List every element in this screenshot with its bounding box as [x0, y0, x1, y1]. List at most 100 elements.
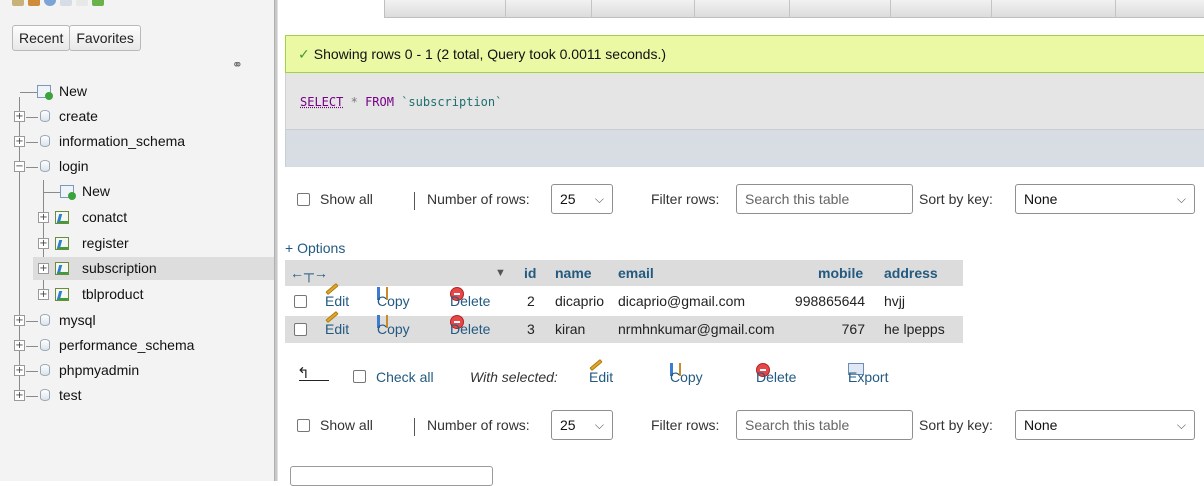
expand-icon[interactable]: +	[14, 365, 25, 376]
cell-mobile[interactable]: 767	[790, 316, 865, 343]
delete-label: Delete	[450, 293, 491, 309]
show-all-checkbox[interactable]	[297, 419, 310, 432]
row-checkbox[interactable]	[294, 295, 307, 308]
cell-email[interactable]: dicaprio@gmail.com	[618, 288, 745, 315]
chevron-down-icon: ⌵	[1176, 418, 1186, 432]
settings-icon[interactable]	[76, 0, 88, 6]
help-icon[interactable]	[44, 0, 56, 6]
chevron-down-icon: ⌵	[594, 418, 604, 432]
check-all-label[interactable]: Check all	[376, 364, 434, 390]
filter-placeholder: Search this table	[745, 191, 850, 207]
options-link[interactable]: + Options	[285, 240, 345, 256]
tab-recent[interactable]: Recent	[12, 25, 71, 51]
cell-name[interactable]: kiran	[555, 316, 585, 343]
table-row: Edit Copy Delete 3 kiran nrmhnkumar@gmai…	[285, 310, 963, 343]
tree-item-conatct[interactable]: + conatct	[0, 206, 274, 229]
column-header-mobile[interactable]: mobile	[818, 260, 863, 287]
table-icon	[55, 262, 69, 275]
sort-dropdown-icon[interactable]: ▼	[495, 260, 506, 287]
tree-item-create[interactable]: + create	[0, 105, 274, 128]
tree-item-register[interactable]: + register	[0, 232, 274, 255]
panel-resize-handle[interactable]	[274, 0, 278, 481]
expand-icon[interactable]: +	[38, 263, 49, 274]
sql-star: *	[350, 95, 358, 109]
column-resize-arrows-icon[interactable]: ←┬→	[290, 260, 328, 287]
sort-by-key-label: Sort by key:	[919, 191, 993, 207]
tree-item-label: test	[59, 387, 82, 403]
show-all-checkbox[interactable]	[297, 193, 310, 206]
expand-icon[interactable]: +	[14, 340, 25, 351]
bulk-export-label: Export	[848, 369, 889, 385]
column-header-address[interactable]: address	[884, 260, 938, 287]
home-icon[interactable]	[12, 0, 24, 6]
sort-by-key-select[interactable]: None ⌵	[1015, 184, 1195, 214]
tree-item-label: subscription	[82, 260, 157, 276]
table-navigation-bottom: Show all Number of rows: 25 ⌵ Filter row…	[285, 410, 1204, 448]
tree-item-phpmyadmin[interactable]: + phpmyadmin	[0, 359, 274, 382]
success-text: Showing rows 0 - 1 (2 total, Query took …	[313, 46, 666, 62]
sort-by-key-value: None	[1024, 417, 1058, 433]
expand-icon[interactable]: +	[38, 212, 49, 223]
number-of-rows-select[interactable]: 25 ⌵	[551, 410, 613, 440]
docs-icon[interactable]	[60, 0, 72, 6]
filter-rows-input[interactable]: Search this table	[736, 410, 913, 440]
tree-connector	[26, 346, 38, 347]
logout-icon[interactable]	[28, 0, 40, 6]
tree-item-test[interactable]: + test	[0, 384, 274, 407]
tree-item-label: create	[59, 108, 98, 124]
tree-item-new[interactable]: New	[0, 80, 274, 103]
cell-name[interactable]: dicaprio	[555, 288, 604, 315]
tree-item-mysql[interactable]: + mysql	[0, 309, 274, 332]
cell-id[interactable]: 3	[527, 316, 535, 343]
tree-item-label: conatct	[82, 209, 128, 225]
expand-icon[interactable]: +	[14, 136, 25, 147]
number-of-rows-label: Number of rows:	[427, 417, 530, 433]
copy-label: Copy	[377, 321, 410, 337]
tree-item-performance-schema[interactable]: + performance_schema	[0, 334, 274, 357]
expand-icon[interactable]: +	[14, 390, 25, 401]
tree-item-new-table[interactable]: New	[0, 180, 274, 203]
tree-connector	[26, 396, 38, 397]
tab-divider	[890, 0, 891, 18]
expand-icon[interactable]: +	[38, 289, 49, 300]
tree-item-subscription[interactable]: + subscription	[33, 257, 274, 280]
expand-icon[interactable]: +	[14, 315, 25, 326]
tree-item-label: phpmyadmin	[59, 362, 140, 378]
column-header-id[interactable]: id	[524, 260, 536, 287]
filter-rows-input[interactable]: Search this table	[736, 184, 913, 214]
database-icon	[40, 339, 50, 351]
expand-icon[interactable]: +	[38, 238, 49, 249]
chevron-down-icon: ⌵	[594, 192, 604, 206]
tree-item-login[interactable]: − login	[0, 155, 274, 178]
tree-item-label: performance_schema	[59, 337, 195, 353]
tree-item-information-schema[interactable]: + information_schema	[0, 130, 274, 153]
expand-icon[interactable]: +	[14, 111, 25, 122]
tree-connector	[26, 117, 38, 118]
tab-divider	[591, 0, 592, 18]
cell-email[interactable]: nrmhnkumar@gmail.com	[618, 316, 775, 343]
tab-favorites[interactable]: Favorites	[69, 25, 141, 51]
number-of-rows-select[interactable]: 25 ⌵	[551, 184, 613, 214]
cell-mobile[interactable]: 998865644	[790, 288, 865, 315]
arrow-up-left-icon: ↰	[297, 364, 310, 382]
link-icon[interactable]: ⚭	[232, 57, 243, 73]
tree-item-label: login	[59, 158, 89, 174]
top-tabs-bar	[384, 0, 1204, 18]
column-header-name[interactable]: name	[555, 260, 592, 287]
chevron-down-icon: ⌵	[1176, 192, 1186, 206]
row-checkbox[interactable]	[294, 323, 307, 336]
column-header-email[interactable]: email	[618, 260, 654, 287]
sort-by-key-select[interactable]: None ⌵	[1015, 410, 1195, 440]
database-icon	[40, 110, 50, 122]
collapse-icon[interactable]: −	[14, 161, 25, 172]
bulk-delete-label: Delete	[756, 369, 797, 385]
cell-address[interactable]: he lpepps	[884, 316, 945, 343]
sql-query-box[interactable]: SELECT * FROM `subscription`	[285, 73, 1204, 129]
cell-id[interactable]: 2	[527, 288, 535, 315]
query-results-operations-box	[290, 466, 493, 486]
check-all-checkbox[interactable]	[353, 370, 366, 383]
cell-address[interactable]: hvjj	[884, 288, 905, 315]
tree-item-label: New	[59, 83, 88, 99]
tree-item-tblproduct[interactable]: + tblproduct	[0, 283, 274, 306]
reload-icon[interactable]	[92, 0, 104, 6]
